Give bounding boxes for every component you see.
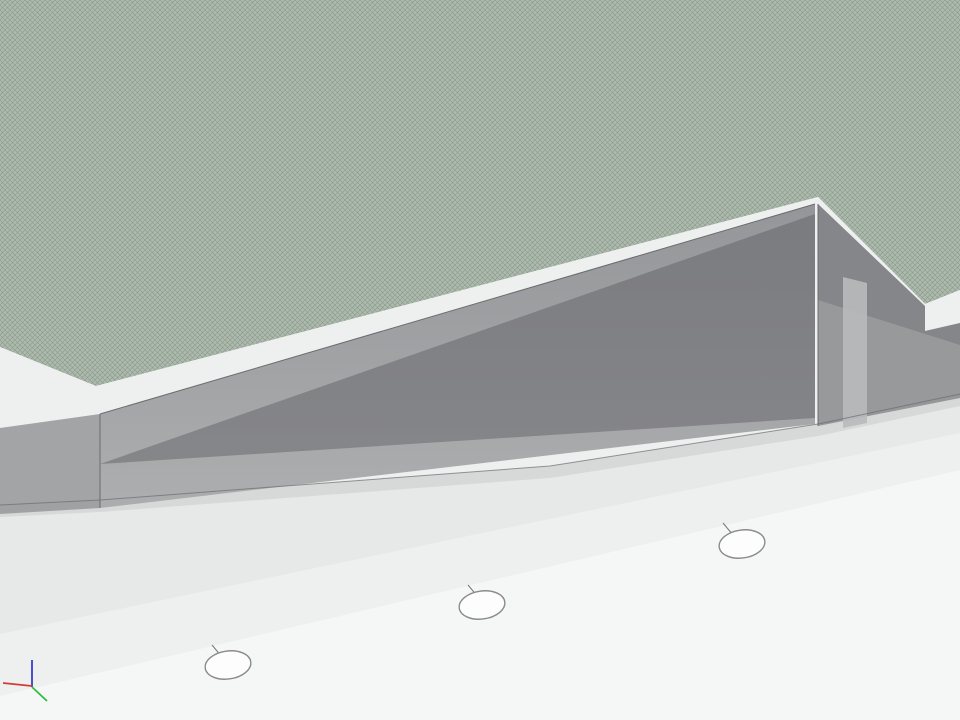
model-scene[interactable] — [0, 0, 960, 720]
door-opening[interactable] — [843, 277, 867, 428]
wall-side-sliver[interactable] — [0, 414, 100, 514]
cad-3d-viewport[interactable] — [0, 0, 960, 720]
